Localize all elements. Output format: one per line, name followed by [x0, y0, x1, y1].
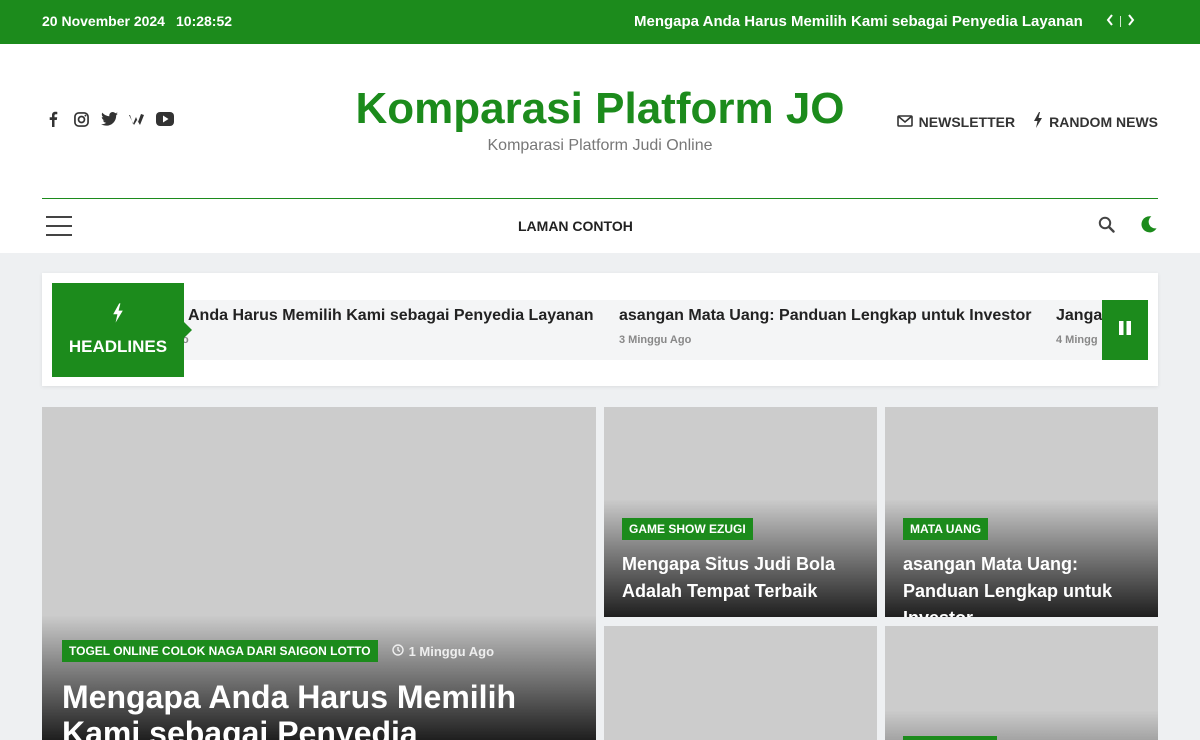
pause-icon — [1119, 320, 1131, 340]
chevron-left-icon[interactable] — [1106, 12, 1114, 30]
nav-item-laman-contoh[interactable]: LAMAN CONTOH — [518, 218, 633, 234]
headline-title: Anda Harus Memilih Kami sebagai Penyedia… — [188, 307, 594, 324]
headlines-box: Anda Harus Memilih Kami sebagai Penyedia… — [42, 273, 1158, 386]
newsletter-link[interactable]: NEWSLETTER — [896, 112, 1016, 131]
category-badge[interactable]: GAME SHOW EZUGI — [622, 518, 753, 540]
post-age: 1 Minggu Ago — [391, 643, 495, 659]
featured-card[interactable] — [604, 626, 877, 740]
featured-main-meta: TOGEL ONLINE COLOK NAGA DARI SAIGON LOTT… — [62, 640, 494, 662]
post-age-text: 1 Minggu Ago — [408, 643, 495, 659]
site-tagline: Komparasi Platform Judi Online — [487, 137, 713, 154]
category-badge[interactable] — [903, 736, 997, 740]
top-ticker-link[interactable]: Mengapa Anda Harus Memilih Kami sebagai … — [634, 13, 1083, 30]
headline-item[interactable]: asangan Mata Uang: Panduan Lengkap untuk… — [619, 307, 1032, 346]
header-links: NEWSLETTER RANDOM NEWS — [896, 112, 1158, 131]
headline-meta: o — [182, 334, 189, 346]
envelope-icon — [896, 114, 913, 130]
featured-card[interactable] — [885, 626, 1158, 740]
headline-title: asangan Mata Uang: Panduan Lengkap untuk… — [619, 307, 1032, 324]
ticker-nav — [1106, 12, 1135, 30]
bolt-icon — [1033, 112, 1043, 131]
current-time: 10:28:52 — [176, 13, 233, 29]
category-badge[interactable]: TOGEL ONLINE COLOK NAGA DARI SAIGON LOTT… — [62, 640, 378, 662]
current-date: 20 November 2024 — [42, 13, 165, 29]
bolt-icon — [52, 303, 184, 323]
featured-card-title[interactable]: Mengapa Situs Judi Bola Adalah Tempat Te… — [622, 551, 862, 607]
featured-card-title-text: Mengapa Situs Judi Bola Adalah Tempat Te… — [622, 554, 836, 601]
header-divider — [42, 198, 1158, 199]
featured-card[interactable]: GAME SHOW EZUGI Mengapa Situs Judi Bola … — [604, 407, 877, 617]
featured-card-title[interactable]: asangan Mata Uang: Panduan Lengkap untuk… — [903, 551, 1148, 617]
random-news-link[interactable]: RANDOM NEWS — [1033, 112, 1158, 131]
random-news-label: RANDOM NEWS — [1049, 113, 1158, 130]
pause-button[interactable] — [1102, 300, 1148, 360]
hamburger-icon[interactable] — [46, 216, 72, 243]
category-badge[interactable]: MATA UANG — [903, 518, 989, 540]
featured-main-card[interactable]: TOGEL ONLINE COLOK NAGA DARI SAIGON LOTT… — [42, 407, 596, 740]
ticker-nav-divider — [1120, 15, 1121, 27]
site-header: Komparasi Platform JO Komparasi Platform… — [0, 44, 1200, 253]
headline-item[interactable]: Anda Harus Memilih Kami sebagai Penyedia… — [182, 307, 594, 346]
top-bar: 20 November 2024 10:28:52 Mengapa Anda H… — [0, 0, 1200, 44]
search-icon[interactable] — [1098, 216, 1115, 238]
moon-icon[interactable] — [1139, 215, 1158, 239]
clock-icon — [391, 643, 404, 659]
headlines-track: Anda Harus Memilih Kami sebagai Penyedia… — [52, 300, 1148, 360]
featured-card[interactable]: MATA UANG asangan Mata Uang: Panduan Len… — [885, 407, 1158, 617]
chevron-right-icon[interactable] — [1127, 12, 1135, 30]
headlines-label-text: HEADLINES — [68, 337, 168, 356]
headlines-label: HEADLINES — [52, 283, 192, 377]
featured-main-title[interactable]: Mengapa Anda Harus Memilih Kami sebagai … — [62, 679, 562, 740]
headline-meta: 3 Minggu Ago — [619, 334, 692, 346]
newsletter-label: NEWSLETTER — [918, 113, 1016, 130]
